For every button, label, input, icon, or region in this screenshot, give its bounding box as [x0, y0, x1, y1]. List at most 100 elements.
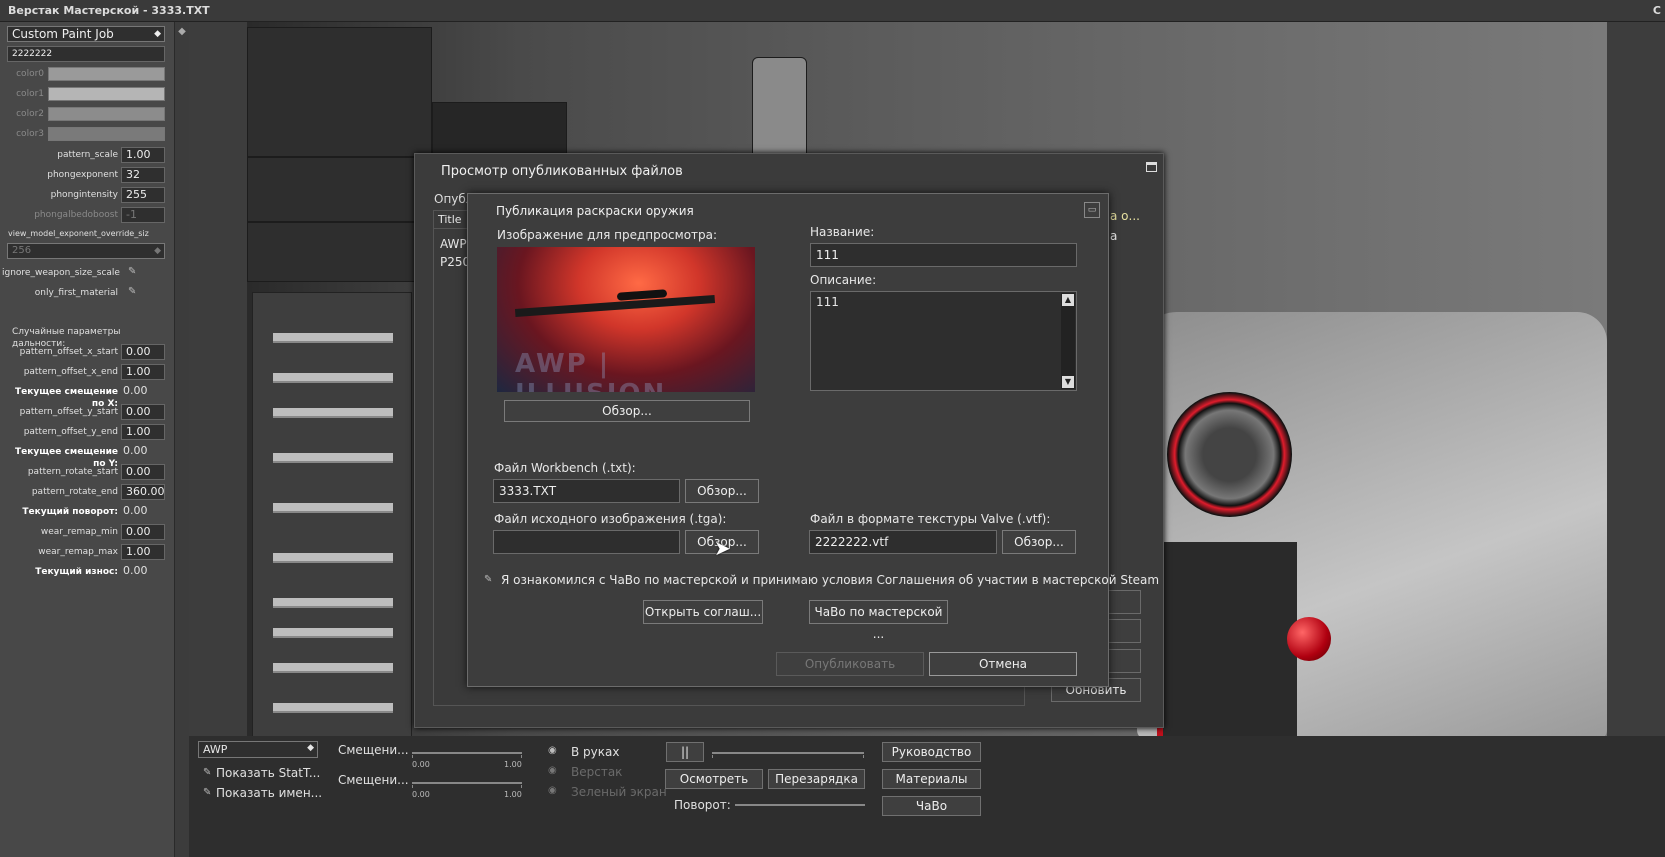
slider-min-label: 0.00 — [412, 760, 430, 769]
vm-exponent-label: view_model_exponent_override_siz — [8, 229, 149, 238]
phongalbedoboost-input[interactable]: -1 — [121, 207, 165, 223]
faq-button[interactable]: ЧаВо — [882, 796, 981, 816]
browse-workbench-button[interactable]: Обзор... — [685, 479, 759, 503]
view-green-screen[interactable]: Зеленый экран — [571, 785, 667, 799]
weapon-knob — [1287, 617, 1331, 661]
browse-vtf-button[interactable]: Обзор... — [1002, 530, 1076, 554]
list-item[interactable]: P250 — [440, 255, 470, 269]
chevron-down-icon: ◆ — [154, 246, 161, 256]
scroll-up-icon[interactable]: ▲ — [1062, 294, 1074, 306]
slider-min-label: 0.00 — [412, 790, 430, 799]
materials-button[interactable]: Материалы — [882, 769, 981, 789]
pattern-scale-label: pattern_scale — [57, 150, 118, 160]
vm-exponent-select[interactable]: 256 ◆ — [7, 243, 165, 259]
only-first-material-checkbox[interactable]: ✎ — [128, 286, 136, 297]
param-input-10[interactable]: 1.00 — [121, 544, 165, 560]
param-label-6: pattern_rotate_start — [27, 467, 118, 477]
phongintensity-input[interactable]: 255 — [121, 187, 165, 203]
preview-watermark: AWP | ILLUSION — [515, 349, 664, 392]
show-name-label: Показать имен... — [216, 786, 323, 800]
param-label-9: wear_remap_min — [40, 527, 118, 537]
publish-button[interactable]: Опубликовать — [776, 652, 924, 676]
param-input-0[interactable]: 0.00 — [121, 344, 165, 360]
splitter-handle-icon: ◆ — [178, 26, 186, 37]
param-input-7[interactable]: 360.00 — [121, 484, 165, 500]
agree-checkbox[interactable]: ✎ — [484, 574, 492, 585]
rotation-label: Поворот: — [674, 798, 731, 812]
param-input-3[interactable]: 0.00 — [121, 404, 165, 420]
radio-icon[interactable]: ◉ — [548, 765, 557, 776]
color2-swatch[interactable] — [48, 107, 165, 121]
guide-button[interactable]: Руководство — [882, 742, 981, 762]
radio-icon[interactable]: ◉ — [548, 785, 557, 796]
param-label-0: pattern_offset_x_start — [19, 347, 118, 357]
description-scrollbar[interactable]: ▲ ▼ — [1061, 293, 1075, 389]
rotation-slider[interactable] — [735, 796, 865, 810]
left-properties-panel: Custom Paint Job ◆ 2222222 color0 color1 … — [0, 22, 175, 857]
param-input-4[interactable]: 1.00 — [121, 424, 165, 440]
maximize-icon[interactable]: ▭ — [1084, 202, 1100, 218]
side-link[interactable]: а о... — [1110, 209, 1140, 223]
source-image-input[interactable] — [493, 530, 680, 554]
param-label-7: pattern_rotate_end — [31, 487, 118, 497]
cancel-button[interactable]: Отмена — [929, 652, 1077, 676]
agree-text: Я ознакомился с ЧаВо по мастерской и при… — [501, 573, 1160, 587]
name-input[interactable]: 111 — [810, 243, 1077, 267]
vtf-file-input[interactable]: 2222222.vtf — [809, 530, 997, 554]
description-value: 111 — [816, 295, 839, 309]
view-workbench[interactable]: Верстак — [571, 765, 622, 779]
param-input-1[interactable]: 1.00 — [121, 364, 165, 380]
vm-exponent-value: 256 — [12, 245, 32, 256]
param-label-10: wear_remap_max — [38, 547, 118, 557]
description-textarea[interactable]: 111 ▲ ▼ — [810, 291, 1077, 391]
radio-icon[interactable]: ◉ — [548, 745, 557, 756]
preview-rifle-shape — [514, 295, 716, 317]
scene-cabinet — [252, 292, 412, 740]
vtf-file-label: Файл в формате текстуры Valve (.vtf): — [810, 512, 1051, 526]
list-item[interactable]: AWP — [440, 237, 467, 251]
browse-preview-button[interactable]: Обзор... — [504, 400, 750, 422]
color0-label: color0 — [16, 69, 44, 79]
pattern-scale-input[interactable]: 1.00 — [121, 147, 165, 163]
color1-swatch[interactable] — [48, 87, 165, 101]
window-titlebar: Верстак Мастерской - 3333.TXT C — [0, 0, 1665, 22]
weapon-stand — [1157, 542, 1297, 740]
offset-slider-2[interactable] — [412, 774, 522, 788]
chevron-down-icon: ◆ — [307, 743, 314, 753]
ignore-size-scale-checkbox[interactable]: ✎ — [128, 266, 136, 277]
cabinet-drawer — [273, 628, 393, 638]
view-in-hands[interactable]: В руках — [571, 745, 619, 759]
paint-style-select[interactable]: Custom Paint Job ◆ — [7, 26, 165, 42]
color2-label: color2 — [16, 109, 44, 119]
param-input-9[interactable]: 0.00 — [121, 524, 165, 540]
offset-slider-1[interactable] — [412, 744, 522, 758]
offset-label-1: Смещени... — [338, 743, 409, 757]
weapon-select[interactable]: AWP ◆ — [198, 741, 318, 758]
publish-finish-dialog: Публикация раскраски оружия ▭ Изображени… — [467, 193, 1159, 687]
color3-swatch[interactable] — [48, 127, 165, 141]
panel-splitter[interactable]: ◆ — [175, 22, 189, 857]
animation-slider[interactable] — [712, 744, 864, 758]
open-agreement-button[interactable]: Открыть соглаш... — [643, 600, 763, 624]
workbench-file-input[interactable]: 3333.TXT — [493, 479, 680, 503]
publish-dialog-title: Публикация раскраски оружия — [496, 204, 694, 218]
nametag-checkbox[interactable]: ✎ — [203, 787, 211, 798]
param-input-6[interactable]: 0.00 — [121, 464, 165, 480]
stattrak-checkbox[interactable]: ✎ — [203, 767, 211, 778]
workshop-faq-button[interactable]: ЧаВо по мастерской ... — [809, 600, 948, 641]
slider-ticks — [412, 785, 522, 788]
param-label-1: pattern_offset_x_end — [23, 367, 118, 377]
name-label: Название: — [810, 225, 875, 239]
current-rotation-label: Текущий поворот: — [22, 507, 118, 517]
cabinet-drawer — [273, 408, 393, 418]
slider-track — [412, 752, 522, 754]
color0-swatch[interactable] — [48, 67, 165, 81]
description-label: Описание: — [810, 273, 877, 287]
scroll-down-icon[interactable]: ▼ — [1062, 376, 1074, 388]
inspect-button[interactable]: Осмотреть — [665, 769, 763, 789]
texture-name-input[interactable]: 2222222 — [7, 46, 165, 62]
maximize-icon[interactable] — [1146, 162, 1157, 172]
reload-button[interactable]: Перезарядка — [768, 769, 865, 789]
phongexponent-input[interactable]: 32 — [121, 167, 165, 183]
pause-button[interactable]: || — [666, 742, 704, 762]
